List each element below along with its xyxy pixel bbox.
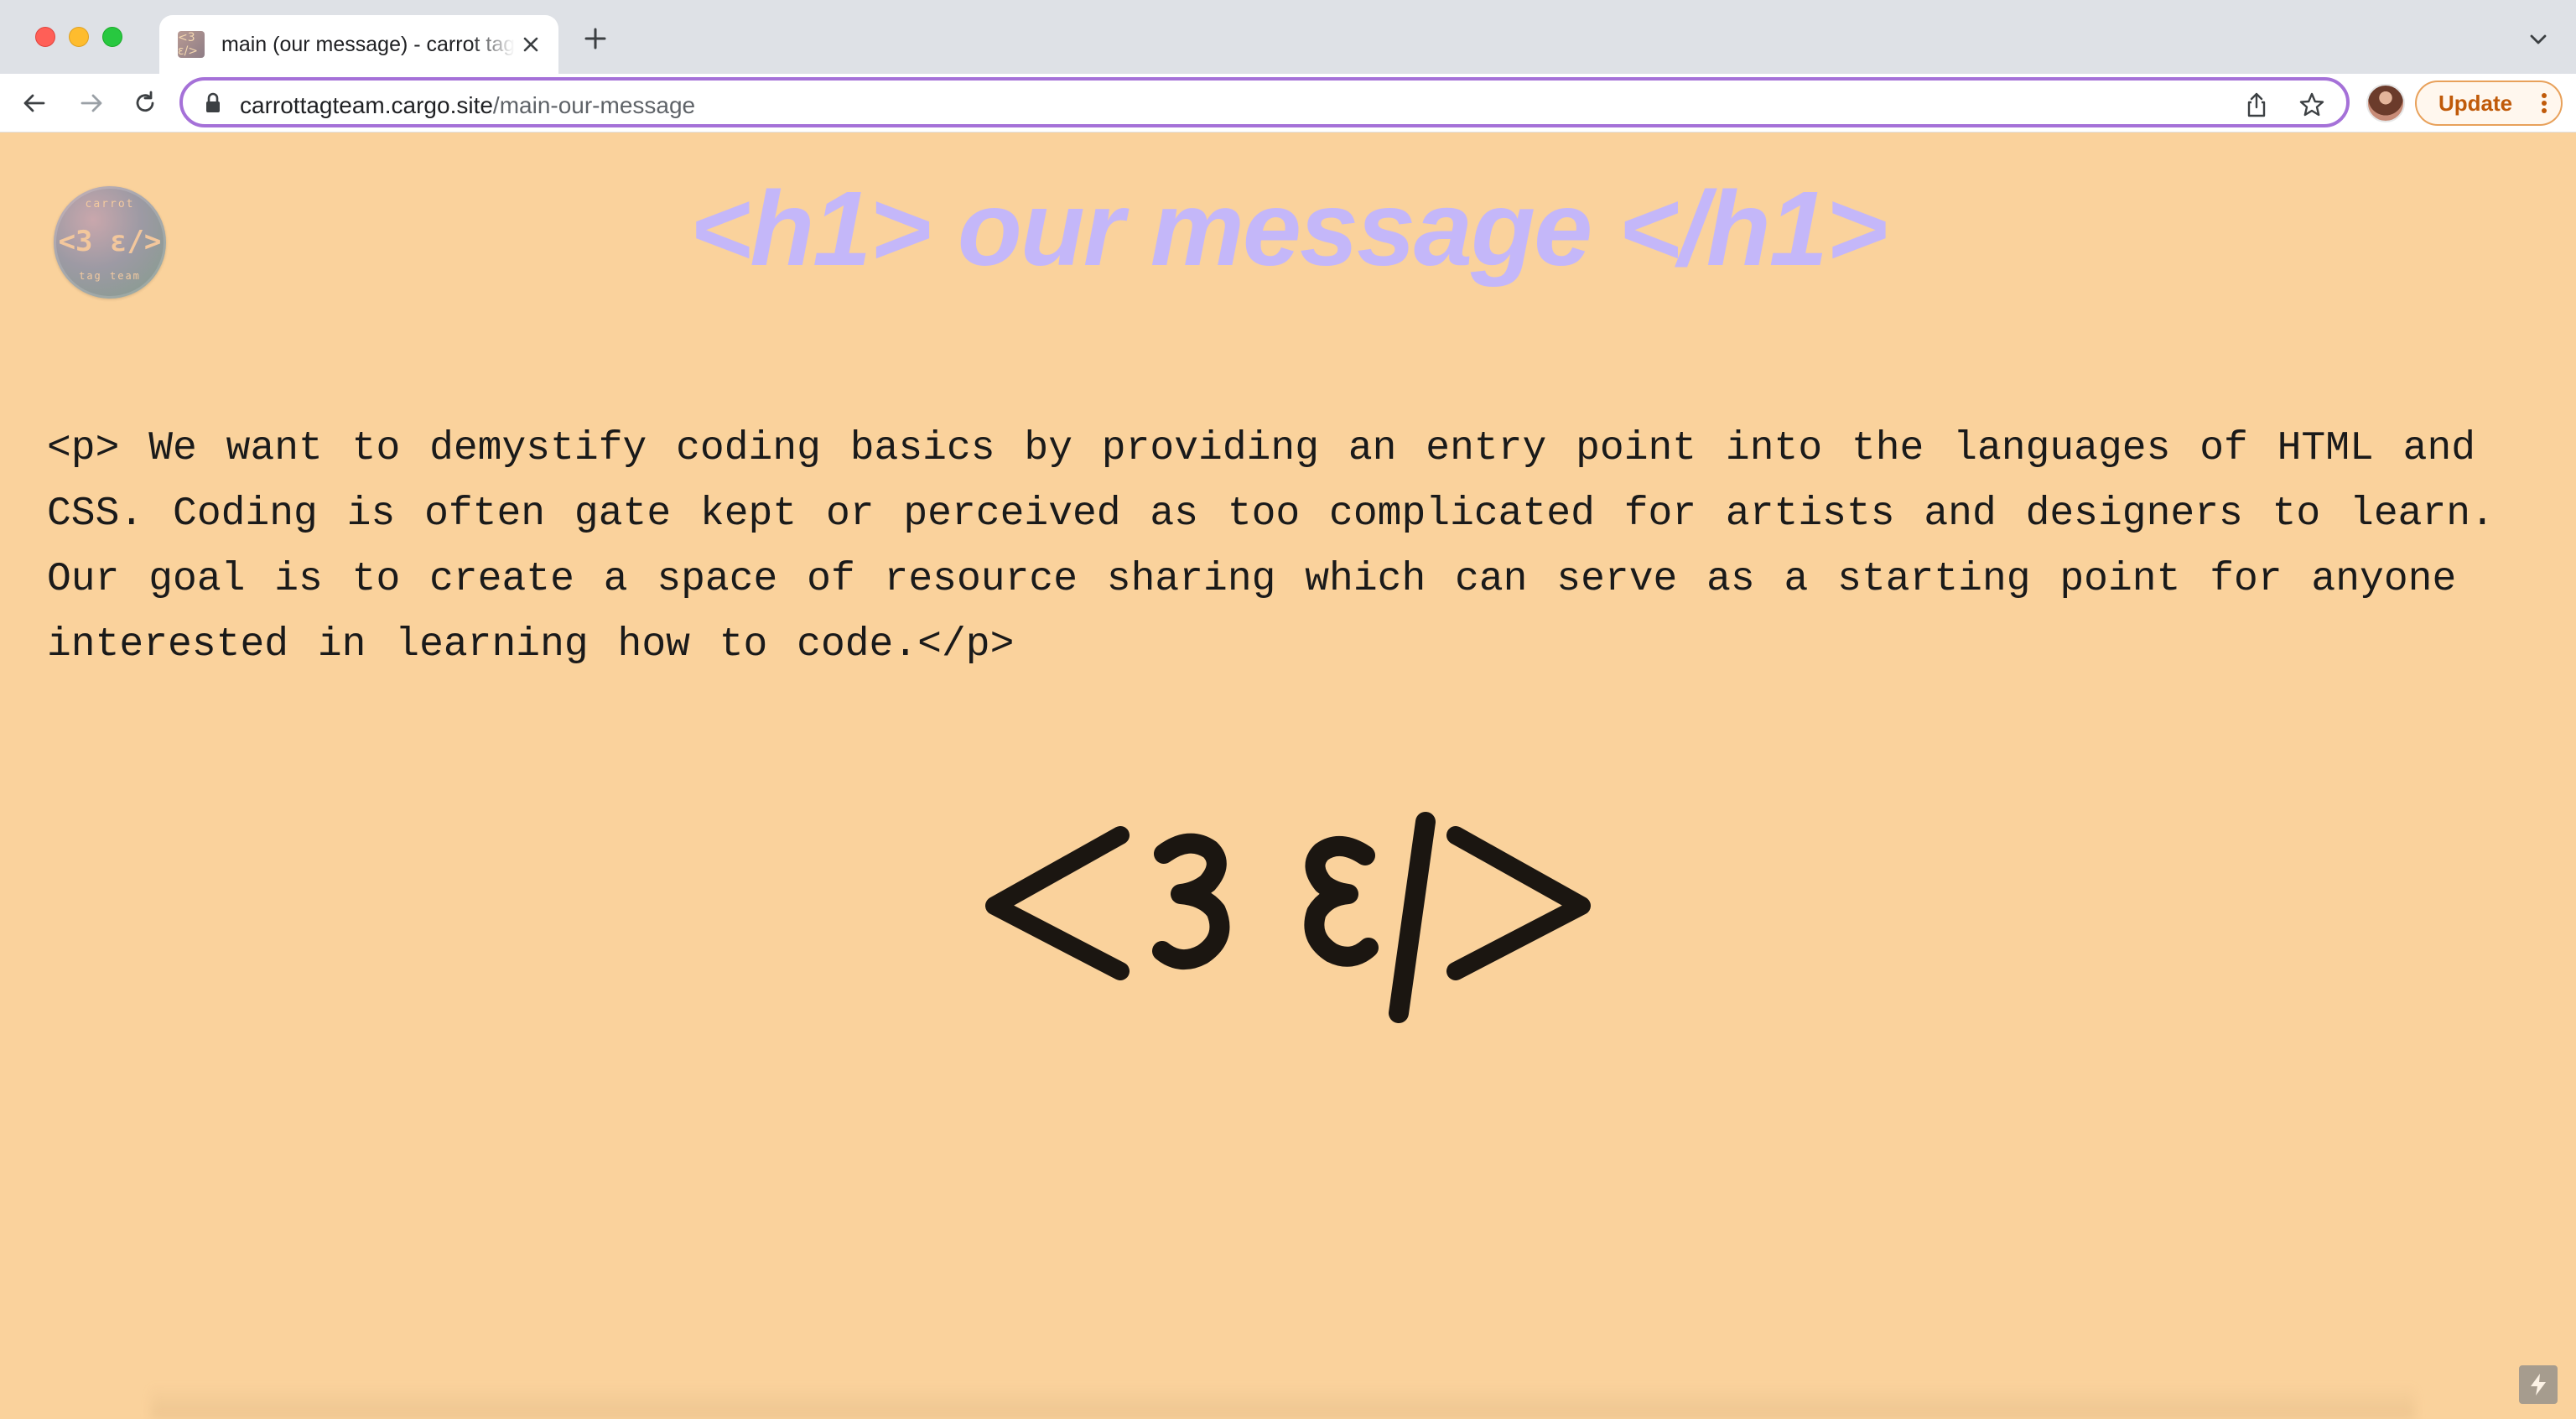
window-minimize-button[interactable] [69, 27, 89, 47]
url-text[interactable]: carrottagteam.cargo.site/main-our-messag… [240, 92, 695, 119]
page-content: carrot <3 ε/> tag team <h1> our message … [0, 133, 2576, 1419]
close-icon[interactable] [520, 34, 542, 55]
browser-toolbar: carrottagteam.cargo.site/main-our-messag… [0, 74, 2576, 133]
reload-icon [136, 91, 154, 112]
new-tab-button[interactable] [582, 25, 609, 52]
window-close-button[interactable] [35, 27, 55, 47]
star-icon[interactable] [2298, 91, 2326, 119]
profile-avatar[interactable] [2366, 84, 2405, 122]
heart-code-logo-icon [985, 812, 1591, 1023]
reload-button[interactable] [129, 87, 161, 119]
lock-icon[interactable] [205, 92, 221, 114]
browser-tab-strip: <3 ε/> main (our message) - carrot tag t… [0, 0, 2576, 74]
arrow-left-icon [23, 94, 45, 112]
bottom-shadow [151, 1385, 2415, 1419]
message-paragraph: <p> We want to demystify coding basics b… [47, 426, 2495, 668]
share-icon[interactable] [2242, 91, 2271, 119]
lightning-icon[interactable] [2519, 1365, 2558, 1404]
browser-tab-active[interactable]: <3 ε/> main (our message) - carrot tag t… [159, 15, 558, 74]
url-path: /main-our-message [492, 92, 696, 118]
page-title: <h1> our message </h1> [689, 169, 1888, 288]
tab-title: main (our message) - carrot tag team [221, 32, 515, 56]
update-button-label: Update [2438, 90, 2513, 116]
lightning-glyph-icon [2531, 1374, 2546, 1396]
forward-button[interactable] [75, 87, 107, 119]
arrow-right-icon [80, 94, 102, 112]
chevron-down-icon[interactable] [2529, 34, 2547, 45]
back-button[interactable] [18, 87, 50, 119]
url-domain: carrottagteam.cargo.site [240, 92, 493, 118]
window-zoom-button[interactable] [102, 27, 122, 47]
update-button[interactable]: Update [2415, 81, 2563, 126]
address-bar[interactable]: carrottagteam.cargo.site/main-our-messag… [179, 77, 2350, 127]
kebab-menu-icon[interactable] [2541, 92, 2547, 114]
tab-favicon: <3 ε/> [178, 31, 205, 58]
